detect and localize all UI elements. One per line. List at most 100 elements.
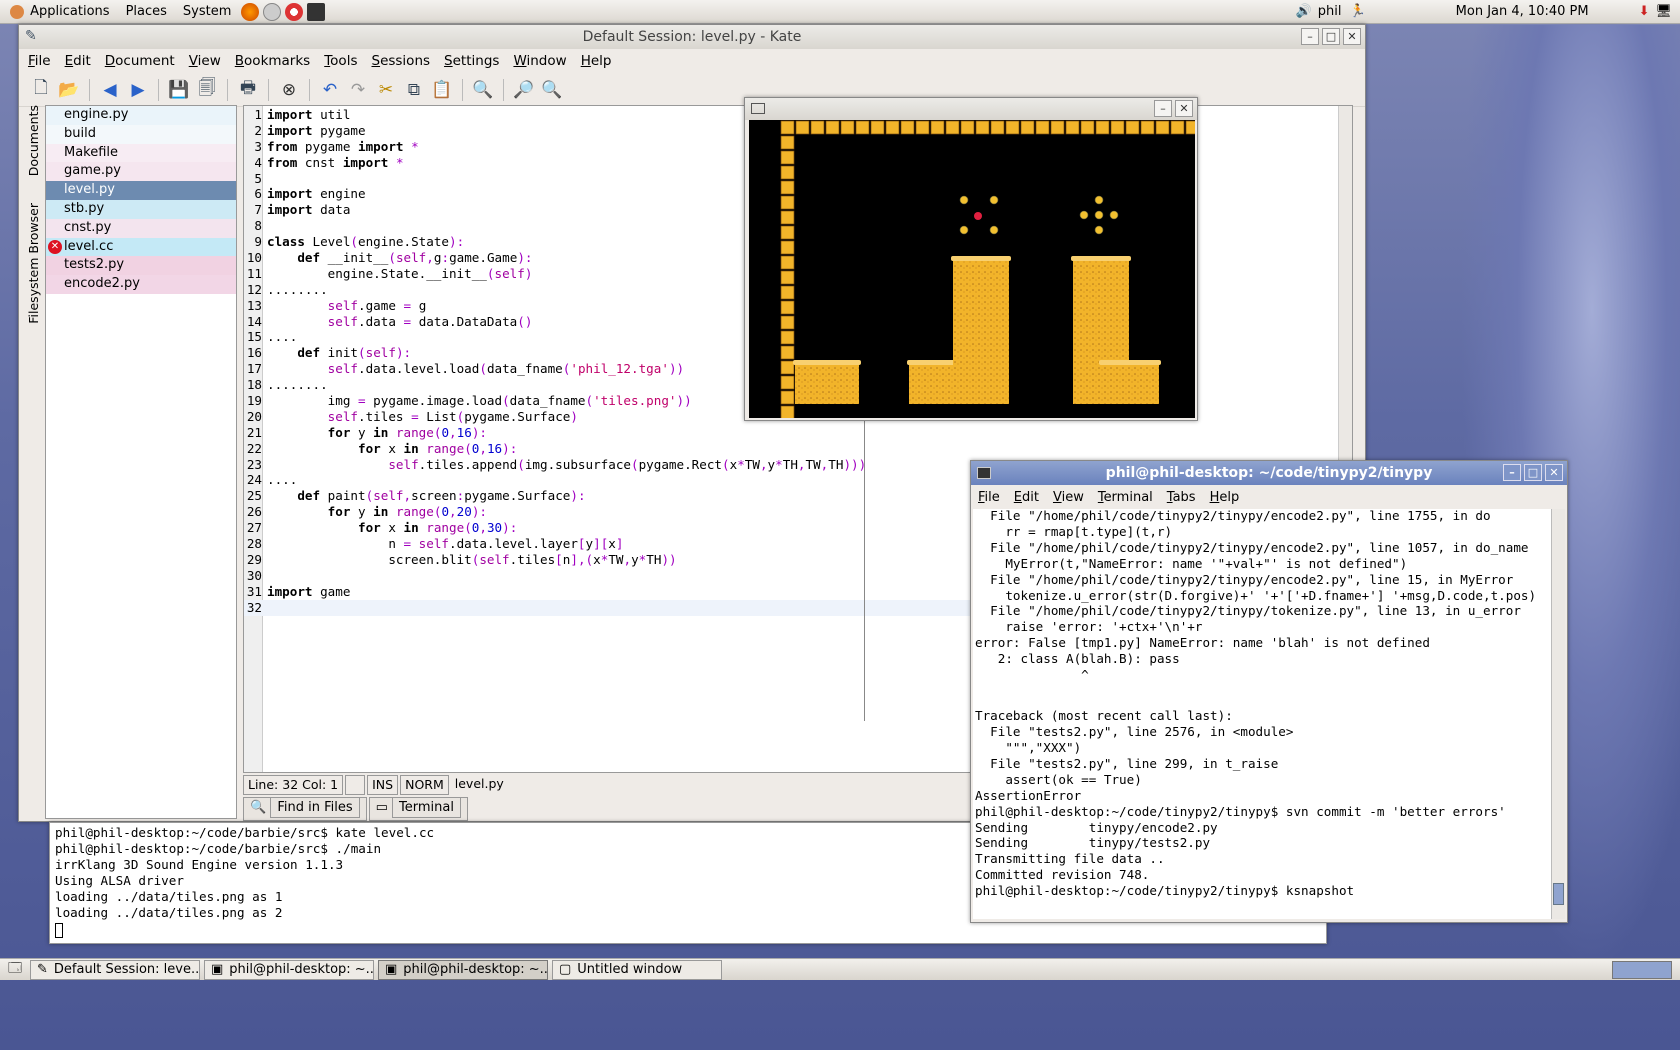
ubuntu-logo-icon xyxy=(10,4,24,19)
show-desktop-icon[interactable]: 🗔 xyxy=(4,959,26,981)
find-icon[interactable]: 🔎 xyxy=(512,78,536,102)
find-in-files-tab[interactable]: 🔍 Find in Files xyxy=(243,797,367,821)
document-item[interactable]: engine.py xyxy=(46,106,236,125)
documents-tab[interactable]: Documents xyxy=(26,105,41,176)
menu-bookmarks[interactable]: Bookmarks xyxy=(228,53,317,69)
terminal-titlebar[interactable]: phil@phil-desktop: ~/code/tinypy2/tinypy… xyxy=(971,461,1567,485)
forward-icon[interactable]: ▶ xyxy=(126,78,150,102)
taskbar-item-untitled[interactable]: ▢ Untitled window xyxy=(552,959,722,980)
workspace-switcher[interactable] xyxy=(1612,960,1672,979)
close-button[interactable]: ✕ xyxy=(1175,100,1193,117)
network-icon[interactable]: 🖥 xyxy=(1655,4,1672,19)
maximize-button[interactable]: □ xyxy=(1322,28,1340,45)
minimize-button[interactable]: – xyxy=(1503,464,1521,481)
document-item[interactable]: level.py xyxy=(46,181,236,200)
taskbar-item-kate[interactable]: ✎ Default Session: leve... xyxy=(30,959,200,980)
open-folder-icon[interactable]: 📂 xyxy=(57,78,81,102)
close-document-icon[interactable]: ⊗ xyxy=(277,78,301,102)
kate-titlebar[interactable]: ✎ Default Session: level.py - Kate – □ ✕ xyxy=(19,25,1365,49)
terminal-scrollbar[interactable] xyxy=(1551,509,1565,919)
close-button[interactable]: ✕ xyxy=(1343,28,1361,45)
menu-sessions[interactable]: Sessions xyxy=(364,53,437,69)
maximize-button[interactable]: □ xyxy=(1524,464,1542,481)
update-notifier-icon[interactable]: ⬇ xyxy=(1639,4,1650,19)
menu-settings[interactable]: Settings xyxy=(437,53,506,69)
clock[interactable]: Mon Jan 4, 10:40 PM xyxy=(1456,4,1589,19)
line-number: 3 xyxy=(254,138,262,154)
firefox-icon[interactable] xyxy=(241,2,260,21)
menu-terminal[interactable]: Terminal xyxy=(1091,490,1160,505)
document-item[interactable]: build xyxy=(46,124,236,144)
close-button[interactable]: ✕ xyxy=(1545,464,1563,481)
filesystem-browser-tab[interactable]: Filesystem Browser xyxy=(26,203,41,324)
menu-view[interactable]: View xyxy=(1046,490,1091,505)
system-menu[interactable]: System xyxy=(175,0,239,24)
applications-menu[interactable]: Applications xyxy=(0,0,118,24)
paste-icon[interactable]: 📋 xyxy=(430,78,454,102)
line-number: 1 xyxy=(254,107,262,122)
print-icon[interactable]: 🖶 xyxy=(236,78,260,102)
terminal-launcher-icon[interactable] xyxy=(307,2,326,21)
code-text: self.tiles = List(pygame.Surface) xyxy=(327,408,578,424)
terminal-output[interactable]: File "/home/phil/code/tinypy2/tinypy/enc… xyxy=(973,509,1553,919)
terminal-scroll-thumb[interactable] xyxy=(1553,883,1564,905)
insert-mode[interactable]: INS xyxy=(367,775,399,795)
brick-tile xyxy=(1110,120,1125,135)
copy-icon[interactable]: ⧉ xyxy=(402,78,426,102)
code-text: img = pygame.image.load(data_fname('tile… xyxy=(267,393,692,409)
document-item[interactable]: Makefile xyxy=(46,143,236,163)
document-item[interactable]: game.py xyxy=(46,162,236,182)
brick-tile xyxy=(780,120,795,135)
brick-tile xyxy=(990,120,1005,135)
terminal-line: phil@phil-desktop:~/code/tinypy2/tinypy$… xyxy=(975,803,1506,819)
game-titlebar[interactable]: – ✕ xyxy=(745,98,1197,120)
taskbar-item-terminal-1[interactable]: ▣ phil@phil-desktop: ~... xyxy=(204,959,374,980)
menu-help[interactable]: Help xyxy=(574,53,619,69)
code-text: screen.blit(self.tiles[n],(x*TW,y*TH)) xyxy=(267,551,677,567)
taskbar-item-terminal-2[interactable]: ▣ phil@phil-desktop: ~... xyxy=(378,959,548,980)
game-canvas[interactable] xyxy=(749,120,1200,420)
document-item[interactable]: cnst.py xyxy=(46,218,236,238)
help-icon[interactable] xyxy=(285,2,304,21)
volume-icon[interactable]: 🔊 xyxy=(1296,4,1312,19)
menu-help[interactable]: Help xyxy=(1203,490,1247,505)
document-item[interactable]: ✕ level.cc xyxy=(46,237,236,257)
find-next-icon[interactable]: 🔍 xyxy=(540,78,564,102)
brick-tile xyxy=(780,195,795,210)
menu-file[interactable]: File xyxy=(21,53,58,69)
selection-mode[interactable]: NORM xyxy=(400,775,449,795)
menu-tabs[interactable]: Tabs xyxy=(1160,490,1203,505)
back-icon[interactable]: ◀ xyxy=(98,78,122,102)
menu-file[interactable]: File xyxy=(971,490,1007,505)
minimize-button[interactable]: – xyxy=(1154,100,1172,117)
save-icon[interactable]: 💾 xyxy=(167,78,191,102)
undo-icon[interactable]: ↶ xyxy=(318,78,342,102)
redo-icon[interactable]: ↷ xyxy=(346,78,370,102)
user-name[interactable]: phil xyxy=(1318,4,1342,19)
brick-tile xyxy=(870,120,885,135)
code-line[interactable]: 21 for y in range(0,16): xyxy=(244,425,1334,441)
menu-view[interactable]: View xyxy=(182,53,228,69)
user-status-icon[interactable]: 🏃 xyxy=(1349,4,1365,19)
mail-icon[interactable] xyxy=(263,2,282,21)
menu-document[interactable]: Document xyxy=(98,53,182,69)
side-tabs: Documents Filesystem Browser xyxy=(23,105,43,405)
new-file-icon[interactable]: 🗋 xyxy=(29,78,53,102)
menu-window[interactable]: Window xyxy=(506,53,573,69)
menu-edit[interactable]: Edit xyxy=(1007,490,1046,505)
document-item[interactable]: encode2.py xyxy=(46,275,236,294)
kate-menubar: File Edit Document View Bookmarks Tools … xyxy=(19,49,1365,73)
places-menu[interactable]: Places xyxy=(118,0,175,24)
task-label: Untitled window xyxy=(577,962,683,977)
document-item[interactable]: stb.py xyxy=(46,199,236,219)
find-replace-icon[interactable]: 🔍 xyxy=(471,78,495,102)
menu-tools[interactable]: Tools xyxy=(317,53,364,69)
code-line[interactable]: 22 for x in range(0,16): xyxy=(244,441,1334,457)
document-item[interactable]: tests2.py xyxy=(46,256,236,276)
minimize-button[interactable]: – xyxy=(1301,28,1319,45)
cut-icon[interactable]: ✂ xyxy=(374,78,398,102)
save-as-icon[interactable]: 🗐 xyxy=(195,78,219,102)
menu-edit[interactable]: Edit xyxy=(58,53,98,69)
terminal-tab[interactable]: ▭ Terminal xyxy=(368,797,468,821)
